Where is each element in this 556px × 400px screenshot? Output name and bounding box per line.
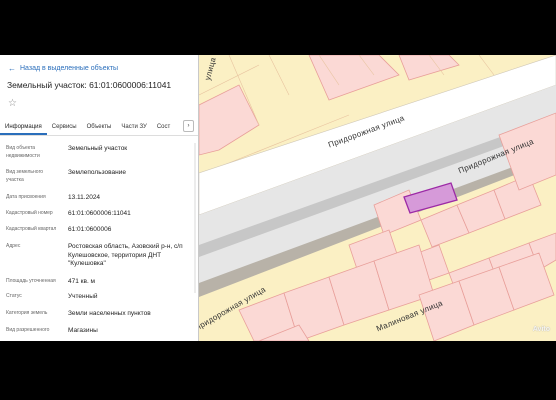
field-label: Площадь уточненная: [6, 278, 56, 284]
field-label: Вид объекта недвижимости: [6, 145, 40, 159]
page-title: Земельный участок: 61:01:0600006:11041: [7, 80, 172, 90]
field-value: Ростовская область, Азовский р-н, с/п Ку…: [68, 243, 183, 267]
field-value: Учтенный: [68, 293, 98, 300]
field-label: Вид земельного участка: [6, 169, 44, 183]
field-value: 13.11.2024: [68, 194, 101, 201]
field-label: Вид разрешенного: [6, 327, 50, 333]
field-value: 471 кв. м: [68, 278, 96, 285]
panel-scrollbar[interactable]: [194, 143, 196, 293]
tab-info[interactable]: Информация: [0, 124, 47, 135]
field-value: Магазины: [68, 327, 98, 334]
field-label: Статус: [6, 293, 22, 299]
tab-parts[interactable]: Части ЗУ: [116, 124, 151, 135]
field-label: Кадастровый номер: [6, 210, 53, 216]
tab-services[interactable]: Сервисы: [47, 124, 82, 135]
info-panel: ← Назад в выделенные объекты Земельный у…: [0, 55, 199, 341]
avito-watermark: Avito: [532, 326, 550, 333]
field-label: Дата присвоения: [6, 194, 46, 200]
field-value: Земельный участок: [68, 145, 128, 152]
field-value: Земли населенных пунктов: [68, 310, 151, 317]
screen: ← Назад в выделенные объекты Земельный у…: [0, 55, 556, 341]
tab-scroll-right-button[interactable]: ›: [183, 120, 194, 132]
star-icon[interactable]: ☆: [8, 98, 17, 109]
field-value: 61:01:0600006:11041: [68, 210, 131, 217]
cadastral-map[interactable]: Придорожная улица Придорожная улица Прид…: [199, 55, 556, 341]
field-value: 61:01:0600006: [68, 226, 112, 233]
arrow-left-icon: ←: [8, 64, 16, 73]
back-link-label: Назад в выделенные объекты: [20, 65, 119, 72]
field-value: Землепользование: [68, 169, 126, 176]
tab-bar: Информация Сервисы Объекты Части ЗУ Сост: [0, 117, 198, 136]
tab-objects[interactable]: Объекты: [82, 124, 117, 135]
back-link[interactable]: ← Назад в выделенные объекты: [8, 64, 118, 73]
tab-state[interactable]: Сост: [152, 124, 175, 135]
field-label: Адрес: [6, 243, 21, 249]
field-label: Категория земель: [6, 310, 48, 316]
field-label: Кадастровый квартал: [6, 226, 57, 232]
